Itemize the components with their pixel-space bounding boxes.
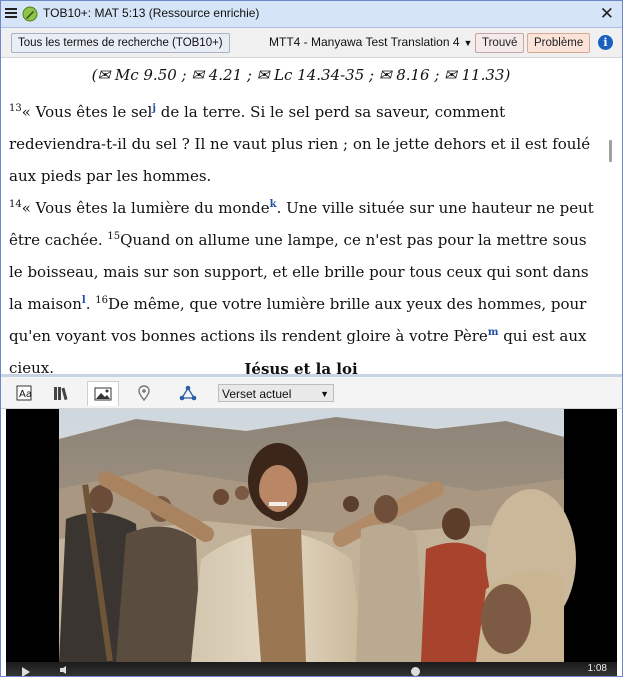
- svg-text:Aa: Aa: [19, 389, 32, 400]
- library-icon[interactable]: [47, 381, 77, 405]
- footnote-link[interactable]: k: [270, 199, 277, 210]
- video-player[interactable]: 1:08: [6, 409, 617, 676]
- verse-text: « Vous êtes la lumière du monde: [21, 199, 270, 217]
- verse-number: 14: [9, 199, 22, 210]
- found-button[interactable]: Trouvé: [475, 33, 525, 53]
- verse-13: 13« Vous êtes le selj de la terre. Si le…: [9, 96, 599, 192]
- video-controls: 1:08: [6, 662, 617, 676]
- video-time: 1:08: [587, 663, 607, 674]
- chevron-down-icon: ▼: [320, 389, 329, 399]
- resource-window: TOB10+: MAT 5:13 (Ressource enrichie) ✕ …: [0, 0, 623, 677]
- verse-text: .: [85, 295, 96, 313]
- image-icon[interactable]: [87, 381, 119, 406]
- problem-button[interactable]: Problème: [527, 33, 591, 53]
- menu-icon[interactable]: [5, 8, 17, 19]
- verse-number: 15: [107, 231, 121, 242]
- scrubber-handle[interactable]: [411, 667, 420, 676]
- verse-number: 13: [9, 103, 22, 114]
- chevron-down-icon: ▼: [463, 38, 473, 48]
- verse-number: 16: [95, 295, 108, 306]
- window-title: TOB10+: MAT 5:13 (Ressource enrichie): [43, 6, 260, 20]
- project-dropdown[interactable]: MTT4 - Manyawa Test Translation 4 ▼: [269, 35, 472, 49]
- play-icon[interactable]: [22, 667, 30, 676]
- section-heading: Jésus et la loi: [244, 360, 358, 374]
- close-icon[interactable]: ✕: [600, 4, 614, 24]
- footnote-link[interactable]: m: [488, 327, 499, 338]
- pencil-circle-icon: [22, 6, 38, 22]
- verse-scope-select[interactable]: Verset actuel ▼: [218, 384, 334, 402]
- project-label: MTT4 - Manyawa Test Translation 4: [269, 35, 460, 49]
- scripture-text-pane[interactable]: (✉ Mc 9.50 ; ✉ 4.21 ; ✉ Lc 14.34-35 ; ✉ …: [1, 58, 622, 374]
- verse-14-16: 14« Vous êtes la lumière du mondek. Une …: [9, 192, 599, 374]
- cross-references[interactable]: (✉ Mc 9.50 ; ✉ 4.21 ; ✉ Lc 14.34-35 ; ✉ …: [1, 66, 601, 84]
- scrollbar[interactable]: [609, 140, 612, 162]
- resource-toolbar: Aa Verset actuel ▼: [1, 377, 622, 409]
- info-icon[interactable]: i: [598, 35, 613, 50]
- toolbar: Tous les termes de recherche (TOB10+) MT…: [1, 28, 622, 58]
- network-icon[interactable]: [173, 381, 203, 405]
- search-terms-button[interactable]: Tous les termes de recherche (TOB10+): [11, 33, 230, 53]
- title-bar: TOB10+: MAT 5:13 (Ressource enrichie) ✕: [1, 1, 622, 28]
- volume-icon[interactable]: [60, 666, 70, 674]
- verse-scope-value: Verset actuel: [222, 387, 292, 401]
- video-frame: [6, 409, 617, 676]
- verse-text: « Vous êtes le sel: [21, 103, 153, 121]
- map-pin-icon[interactable]: [129, 381, 159, 405]
- dictionary-icon[interactable]: Aa: [9, 381, 39, 405]
